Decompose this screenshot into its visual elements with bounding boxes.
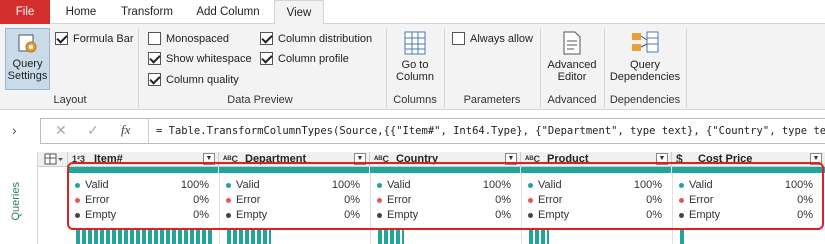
show-whitespace-check-icon [148, 52, 161, 65]
chevron-right-icon[interactable]: › [12, 122, 17, 138]
formula-text[interactable]: = Table.TransformColumnTypes(Source,{{"I… [156, 119, 825, 143]
tab-transform[interactable]: Transform [112, 0, 182, 24]
divider [138, 28, 139, 108]
advanced-editor-button[interactable]: Advanced Editor [543, 30, 601, 83]
column-profile-check-icon [260, 52, 273, 65]
formula-bar: › ✕ ✓ fx = Table.TransformColumnTypes(So… [0, 110, 825, 152]
column-quality-check-icon [148, 73, 161, 86]
column-quality-checkbox[interactable]: Column quality [148, 73, 239, 86]
tab-file[interactable]: File [0, 0, 50, 24]
divider [604, 28, 605, 108]
distribution-bars [76, 229, 212, 244]
dependencies-group-label: Dependencies [609, 94, 681, 106]
always-allow-checkbox[interactable]: Always allow [452, 32, 533, 45]
distribution-bars [680, 229, 686, 244]
always-allow-check-icon [452, 32, 465, 45]
column-distribution-check-icon [260, 32, 273, 45]
monospaced-check-icon [148, 32, 161, 45]
table-menu-button[interactable] [38, 152, 68, 167]
query-dependencies-icon [632, 31, 659, 53]
distribution-bars [227, 229, 271, 244]
query-settings-icon [18, 34, 36, 53]
divider [540, 28, 541, 108]
table-icon [44, 153, 63, 165]
advanced-group-label: Advanced [547, 94, 597, 106]
tab-add-column[interactable]: Add Column [184, 0, 272, 24]
fx-icon[interactable]: fx [121, 122, 130, 138]
data-preview-group-label: Data Preview [227, 94, 293, 106]
queries-pane[interactable]: Queries [0, 152, 38, 244]
queries-label[interactable]: Queries [10, 182, 22, 221]
tab-home[interactable]: Home [52, 0, 110, 24]
go-to-column-button[interactable]: Go to Column [390, 30, 440, 83]
query-settings-button[interactable]: Query Settings [5, 28, 50, 90]
distribution-bars [529, 229, 549, 244]
column-distribution-checkbox[interactable]: Column distribution [260, 32, 372, 45]
tab-view[interactable]: View [274, 0, 324, 25]
advanced-editor-icon [563, 31, 581, 55]
distribution-bars [378, 229, 404, 244]
divider [686, 28, 687, 108]
ribbon-tabs: File Home Transform Add Column View [0, 0, 825, 25]
layout-group-label: Layout [53, 94, 87, 106]
divider [444, 28, 445, 108]
ribbon: Query Settings Formula Bar Layout Monosp… [0, 24, 825, 110]
cancel-icon[interactable]: ✕ [55, 122, 67, 139]
go-to-column-icon [404, 31, 426, 55]
query-dependencies-button[interactable]: Query Dependencies [607, 30, 683, 83]
show-whitespace-checkbox[interactable]: Show whitespace [148, 52, 252, 65]
column-quality-highlight [67, 162, 824, 230]
formula-input[interactable]: ✕ ✓ fx = Table.TransformColumnTypes(Sour… [40, 118, 825, 144]
monospaced-checkbox[interactable]: Monospaced [148, 32, 229, 45]
formula-actions: ✕ ✓ fx [41, 119, 149, 143]
column-profile-checkbox[interactable]: Column profile [260, 52, 349, 65]
columns-group-label: Columns [393, 94, 437, 106]
check-icon[interactable]: ✓ [87, 122, 99, 139]
formula-bar-checkbox[interactable]: Formula Bar [55, 32, 134, 45]
parameters-group-label: Parameters [463, 94, 521, 106]
divider [386, 28, 387, 108]
formula-bar-check-icon [55, 32, 68, 45]
